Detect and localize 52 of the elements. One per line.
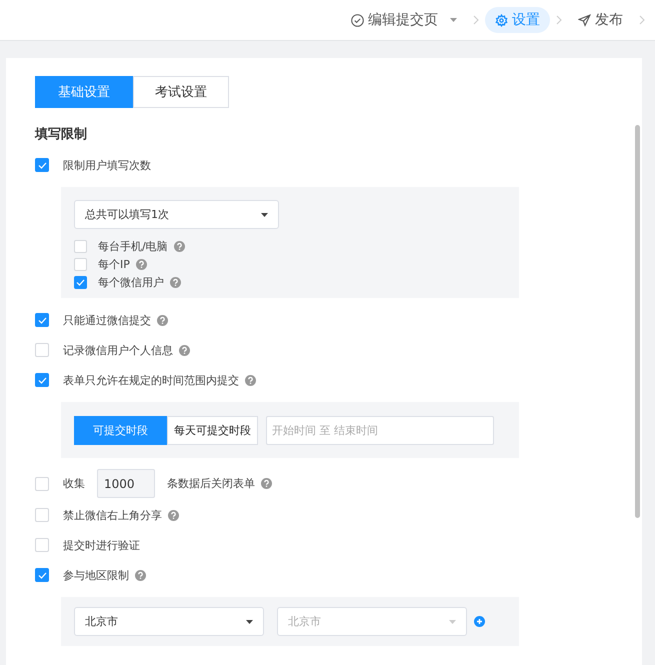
region-select[interactable]: 北京市 [74, 607, 264, 636]
option-label: 参与地区限制 [63, 568, 129, 582]
checkbox[interactable] [74, 276, 87, 289]
section-title: 填写限制 [35, 126, 88, 143]
checkmark-icon [38, 376, 46, 384]
option-label: 只能通过微信提交 [63, 312, 151, 328]
option-label: 提交时进行验证 [63, 538, 140, 552]
checkmark-icon [38, 316, 46, 324]
checkmark-icon [38, 572, 46, 578]
help-icon[interactable] [179, 344, 190, 356]
checkbox[interactable] [35, 313, 49, 327]
checkbox[interactable] [35, 158, 49, 172]
chevron-icon [637, 15, 647, 25]
check-circle-icon [351, 14, 364, 26]
caret-icon [261, 212, 268, 216]
checkbox[interactable] [35, 373, 49, 387]
chevron-icon [554, 15, 564, 25]
help-icon[interactable] [136, 259, 147, 270]
scrollbar[interactable] [635, 125, 640, 518]
checkbox[interactable] [35, 568, 49, 582]
option-label: 记录微信用户个人信息 [63, 342, 173, 358]
option-label: 每台手机/电脑 [98, 239, 168, 254]
option-label: 每个IP [98, 257, 130, 272]
send-icon [578, 14, 591, 26]
settings-icon [495, 14, 508, 26]
chevron-icon [471, 15, 481, 25]
segment-tab[interactable]: 每天可提交时段 [167, 416, 258, 445]
help-icon[interactable] [174, 241, 185, 252]
option-label: 条数据后关闭表单 [167, 476, 255, 491]
option-label: 限制用户填写次数 [63, 158, 151, 172]
step-tab[interactable]: 编辑提交页 [341, 7, 467, 33]
checkmark-icon [76, 279, 85, 286]
settings-tab[interactable]: 考试设置 [133, 76, 229, 108]
help-icon[interactable] [245, 374, 256, 386]
help-icon[interactable] [168, 510, 179, 520]
help-icon[interactable] [135, 570, 146, 580]
help-icon[interactable] [170, 277, 181, 288]
help-icon[interactable] [157, 314, 168, 326]
add-icon[interactable] [474, 616, 485, 627]
option-label: 禁止微信右上角分享 [63, 508, 162, 522]
caret-icon [449, 620, 456, 624]
count-field[interactable]: 1000 [97, 469, 155, 498]
help-icon[interactable] [261, 478, 272, 489]
option-label: 收集 [63, 476, 85, 491]
caret-icon [450, 18, 457, 22]
checkmark-icon [38, 162, 46, 168]
dropdown-caret-icon[interactable] [450, 18, 457, 22]
option-label: 表单只允许在规定的时间范围内提交 [63, 372, 239, 388]
step-tab[interactable]: 发布 [568, 7, 633, 33]
option-label: 每个微信用户 [98, 275, 164, 290]
count-select[interactable]: 总共可以填写1次 [74, 200, 279, 229]
caret-icon [246, 620, 253, 624]
